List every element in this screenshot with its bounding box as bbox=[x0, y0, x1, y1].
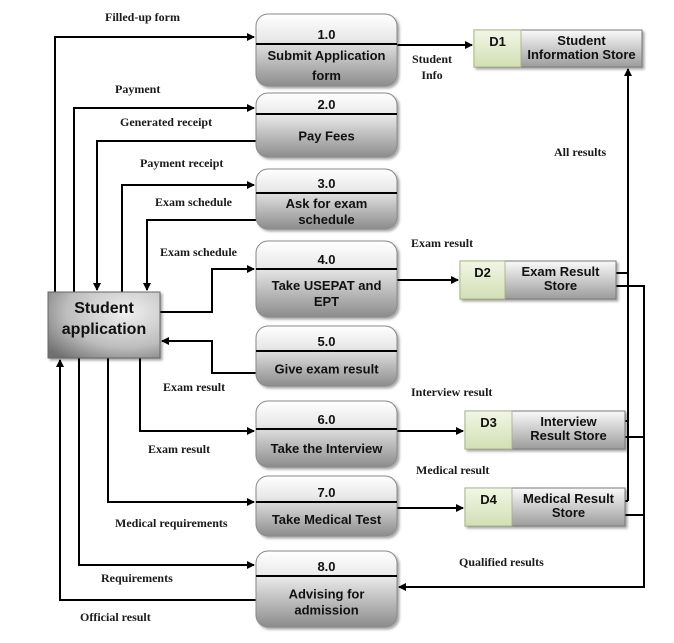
process-5-0[interactable]: 5.0 Give exam result bbox=[255, 325, 398, 387]
flow-line bbox=[139, 358, 255, 435]
flow-label: Generated receipt bbox=[120, 115, 212, 129]
process-4-0[interactable]: 4.0 Take USEPAT andEPT bbox=[255, 240, 398, 318]
data-store-d4[interactable]: D4 Medical ResultStore bbox=[464, 487, 626, 527]
process-label: Ask for exam bbox=[286, 196, 368, 211]
process-6-0[interactable]: 6.0 Take the Interview bbox=[255, 400, 398, 468]
store-label: Store bbox=[544, 278, 577, 293]
entity-label: Student bbox=[74, 300, 134, 317]
flow-label: Exam result bbox=[148, 442, 210, 456]
flow-label: Qualified results bbox=[459, 555, 544, 569]
store-label: Interview bbox=[540, 414, 597, 429]
flow-label: Requirements bbox=[101, 571, 173, 585]
flow-label: Official result bbox=[80, 610, 151, 624]
store-id: D4 bbox=[480, 492, 497, 507]
process-label: Advising for bbox=[289, 587, 365, 602]
process-number: 3.0 bbox=[317, 176, 335, 191]
flow-label: Exam schedule bbox=[155, 195, 233, 209]
process-label: Pay Fees bbox=[298, 129, 354, 144]
process-label: Take the Interview bbox=[271, 441, 384, 456]
process-number: 4.0 bbox=[317, 252, 335, 267]
process-number: 6.0 bbox=[317, 412, 335, 427]
flow-label: Payment bbox=[115, 82, 160, 96]
process-3-0[interactable]: 3.0 Ask for examschedule bbox=[255, 168, 398, 230]
flow-label: Info bbox=[421, 68, 442, 82]
store-label: Result Store bbox=[530, 428, 607, 443]
flow-label: Exam result bbox=[411, 236, 473, 250]
flow-line bbox=[161, 337, 256, 374]
process-number: 5.0 bbox=[317, 334, 335, 349]
flow-label: Interview result bbox=[411, 385, 492, 399]
entity-label: application bbox=[62, 321, 146, 338]
flow-label: Medical result bbox=[416, 463, 489, 477]
flow-label: Medical requirements bbox=[115, 516, 228, 530]
process-label: schedule bbox=[298, 212, 354, 227]
flow-label: Student bbox=[412, 52, 452, 66]
external-entity-student-application[interactable]: Student application bbox=[47, 291, 161, 359]
process-1-0[interactable]: 1.0 Submit Application form bbox=[255, 13, 398, 87]
diagram-nodes: 1.0 Submit Application form 2.0 Pay Fees 3.0 A… bbox=[47, 13, 643, 628]
flow-line bbox=[160, 265, 255, 313]
store-label: Exam Result bbox=[521, 264, 600, 279]
store-label: Student bbox=[557, 33, 606, 48]
store-id: D2 bbox=[474, 265, 491, 280]
store-id: D1 bbox=[489, 34, 506, 49]
process-label: Give exam result bbox=[274, 362, 379, 377]
process-label: admission bbox=[294, 603, 358, 618]
process-label: EPT bbox=[314, 294, 339, 309]
process-number: 8.0 bbox=[317, 559, 335, 574]
flow-label: Filled-up form bbox=[105, 10, 180, 24]
process-number: 2.0 bbox=[317, 97, 335, 112]
store-label: Medical Result bbox=[523, 491, 615, 506]
process-label: Take USEPAT and bbox=[272, 278, 382, 293]
store-id: D3 bbox=[480, 415, 497, 430]
store-label: Store bbox=[552, 505, 585, 520]
process-7-0[interactable]: 7.0 Take Medical Test bbox=[255, 475, 398, 537]
flow-label: All results bbox=[554, 145, 606, 159]
store-label: Information Store bbox=[527, 47, 635, 62]
data-flow-diagram: 1.0 Submit Application form 2.0 Pay Fees 3.0 A… bbox=[47, 10, 645, 628]
process-number: 7.0 bbox=[317, 485, 335, 500]
process-number: 1.0 bbox=[317, 27, 335, 42]
data-store-d1[interactable]: D1 StudentInformation Store bbox=[473, 29, 643, 68]
flow-label: Exam result bbox=[163, 380, 225, 394]
process-8-0[interactable]: 8.0 Advising foradmission bbox=[255, 550, 398, 628]
flow-label: Exam schedule bbox=[160, 245, 238, 259]
data-store-d2[interactable]: D2 Exam ResultStore bbox=[459, 260, 617, 300]
data-store-d3[interactable]: D3 InterviewResult Store bbox=[464, 410, 626, 450]
flow-label: Payment receipt bbox=[140, 156, 223, 170]
process-2-0[interactable]: 2.0 Pay Fees bbox=[255, 92, 398, 158]
process-label: Submit Application bbox=[268, 48, 386, 63]
process-label: form bbox=[312, 68, 341, 83]
process-label: Take Medical Test bbox=[272, 512, 382, 527]
